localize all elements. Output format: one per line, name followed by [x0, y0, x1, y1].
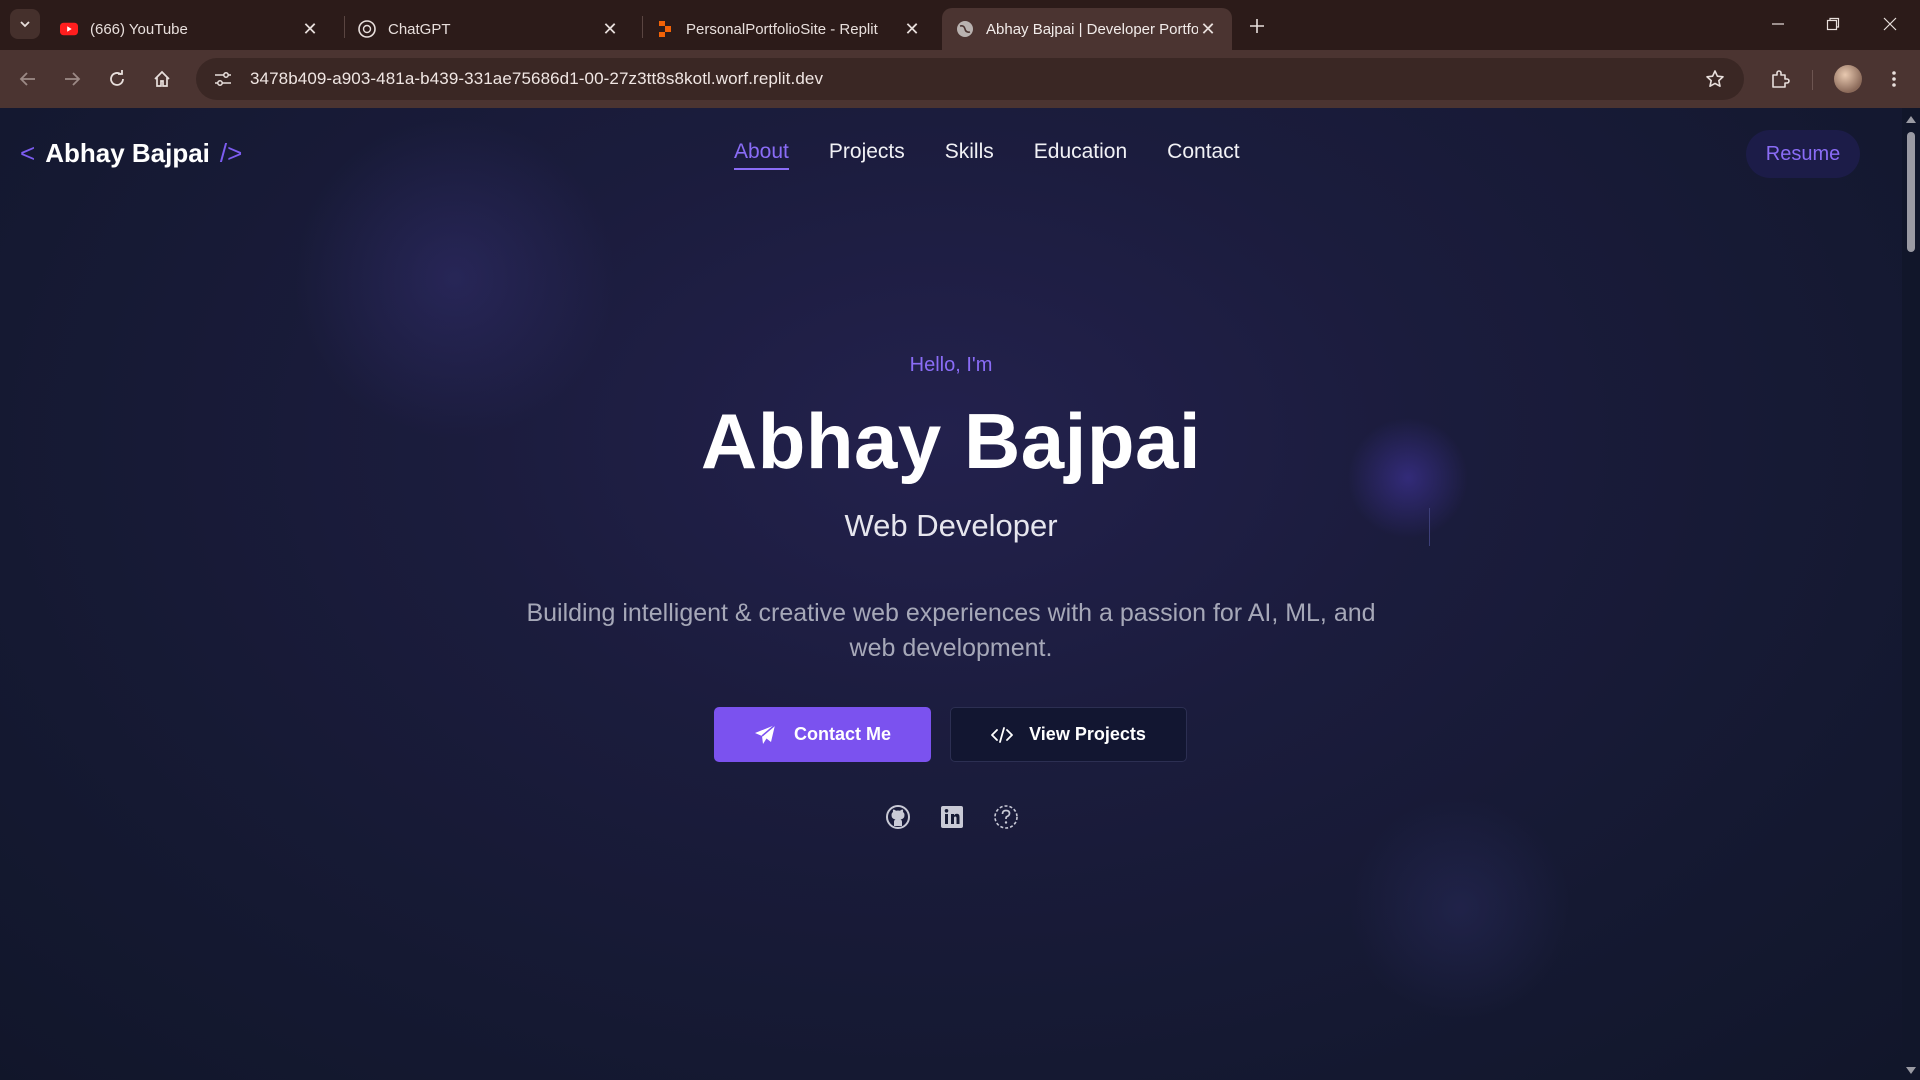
bookmark-star-icon[interactable]: [1702, 66, 1728, 92]
hero-greeting: Hello, I'm: [909, 354, 993, 376]
reload-icon: [110, 70, 124, 86]
reload-button[interactable]: [101, 63, 133, 95]
hero-name: Abhay Bajpai: [700, 397, 1202, 485]
site-logo[interactable]: < Abhay Bajpai />: [20, 138, 242, 169]
tab-portfolio[interactable]: Abhay Bajpai | Developer Portfolio ✕: [942, 8, 1232, 50]
close-icon[interactable]: ✕: [1198, 19, 1218, 39]
site-info-icon[interactable]: [208, 64, 238, 94]
toolbar-divider: [1812, 70, 1813, 90]
question-icon[interactable]: [993, 804, 1019, 830]
chatgpt-icon: [358, 20, 376, 38]
contact-me-label: Contact Me: [793, 724, 891, 744]
nav-link-education[interactable]: Education: [1034, 140, 1127, 170]
chevron-down-icon: [20, 21, 30, 28]
more-vertical-icon: [1892, 71, 1896, 87]
nav-link-projects[interactable]: Projects: [829, 140, 905, 170]
close-icon[interactable]: ✕: [300, 19, 320, 39]
logo-open-bracket: <: [20, 138, 36, 168]
profile-avatar[interactable]: [1834, 65, 1862, 93]
portfolio-page: < Abhay Bajpai /> About Projects Skills …: [0, 108, 1902, 1080]
puzzle-icon: [1772, 70, 1790, 88]
tab-title: PersonalPortfolioSite - Replit: [686, 20, 878, 38]
arrow-right-icon: [65, 72, 81, 86]
minimize-icon: [1772, 23, 1784, 25]
tab-chatgpt[interactable]: ChatGPT ✕: [344, 8, 634, 50]
view-projects-button[interactable]: View Projects: [950, 707, 1187, 762]
logo-name: Abhay Bajpai: [45, 138, 210, 168]
scroll-thumb[interactable]: [1907, 132, 1915, 252]
browser-toolbar: 3478b409-a903-481a-b439-331ae75686d1-00-…: [0, 50, 1920, 108]
hero-description: Building intelligent & creative web expe…: [526, 599, 1376, 662]
home-button[interactable]: [146, 63, 178, 95]
close-window-button[interactable]: [1870, 8, 1910, 40]
logo-close-bracket: />: [219, 138, 243, 168]
scroll-up-arrow[interactable]: [1906, 116, 1916, 123]
close-icon[interactable]: ✕: [902, 19, 922, 39]
new-tab-button[interactable]: [1243, 12, 1271, 40]
browser-tabstrip: (666) YouTube ✕ ChatGPT ✕ PersonalPortfo…: [0, 0, 1920, 50]
tab-youtube[interactable]: (666) YouTube ✕: [46, 8, 334, 50]
nav-link-contact[interactable]: Contact: [1167, 140, 1239, 170]
close-icon: [1883, 17, 1897, 31]
close-icon[interactable]: ✕: [600, 19, 620, 39]
page-scrollbar[interactable]: [1902, 108, 1920, 1080]
tab-search-button[interactable]: [10, 9, 40, 39]
main-nav: About Projects Skills Education Contact: [734, 140, 1240, 170]
scroll-down-arrow[interactable]: [1906, 1067, 1916, 1074]
typing-cursor: [1429, 508, 1430, 546]
minimize-button[interactable]: [1758, 8, 1798, 40]
address-bar[interactable]: 3478b409-a903-481a-b439-331ae75686d1-00-…: [196, 58, 1744, 100]
url-text[interactable]: 3478b409-a903-481a-b439-331ae75686d1-00-…: [250, 69, 823, 89]
tab-replit[interactable]: PersonalPortfolioSite - Replit ✕: [642, 8, 936, 50]
nav-link-skills[interactable]: Skills: [945, 140, 994, 170]
code-icon: [991, 726, 1014, 743]
forward-button[interactable]: [56, 63, 88, 95]
tab-title: ChatGPT: [388, 20, 451, 38]
contact-me-button[interactable]: Contact Me: [714, 707, 931, 762]
social-links: [885, 804, 1019, 830]
tab-title: (666) YouTube: [90, 20, 188, 38]
browser-menu-button[interactable]: [1878, 63, 1910, 95]
github-icon[interactable]: [885, 804, 911, 830]
paper-plane-icon: [754, 723, 776, 744]
restore-button[interactable]: [1813, 8, 1853, 40]
view-projects-label: View Projects: [1029, 724, 1146, 744]
resume-button[interactable]: Resume: [1746, 130, 1860, 178]
home-icon: [154, 70, 170, 87]
youtube-icon: [60, 20, 78, 38]
back-button[interactable]: [12, 63, 44, 95]
nav-link-about[interactable]: About: [734, 140, 789, 170]
extensions-button[interactable]: [1764, 63, 1796, 95]
hero-role: Web Developer: [844, 508, 1058, 543]
replit-icon: [656, 20, 674, 38]
plus-icon: [1250, 19, 1264, 33]
tab-title: Abhay Bajpai | Developer Portfolio: [986, 20, 1198, 38]
arrow-left-icon: [19, 72, 35, 86]
globe-icon: [956, 20, 974, 38]
restore-icon: [1826, 17, 1840, 31]
linkedin-icon[interactable]: [939, 804, 965, 830]
